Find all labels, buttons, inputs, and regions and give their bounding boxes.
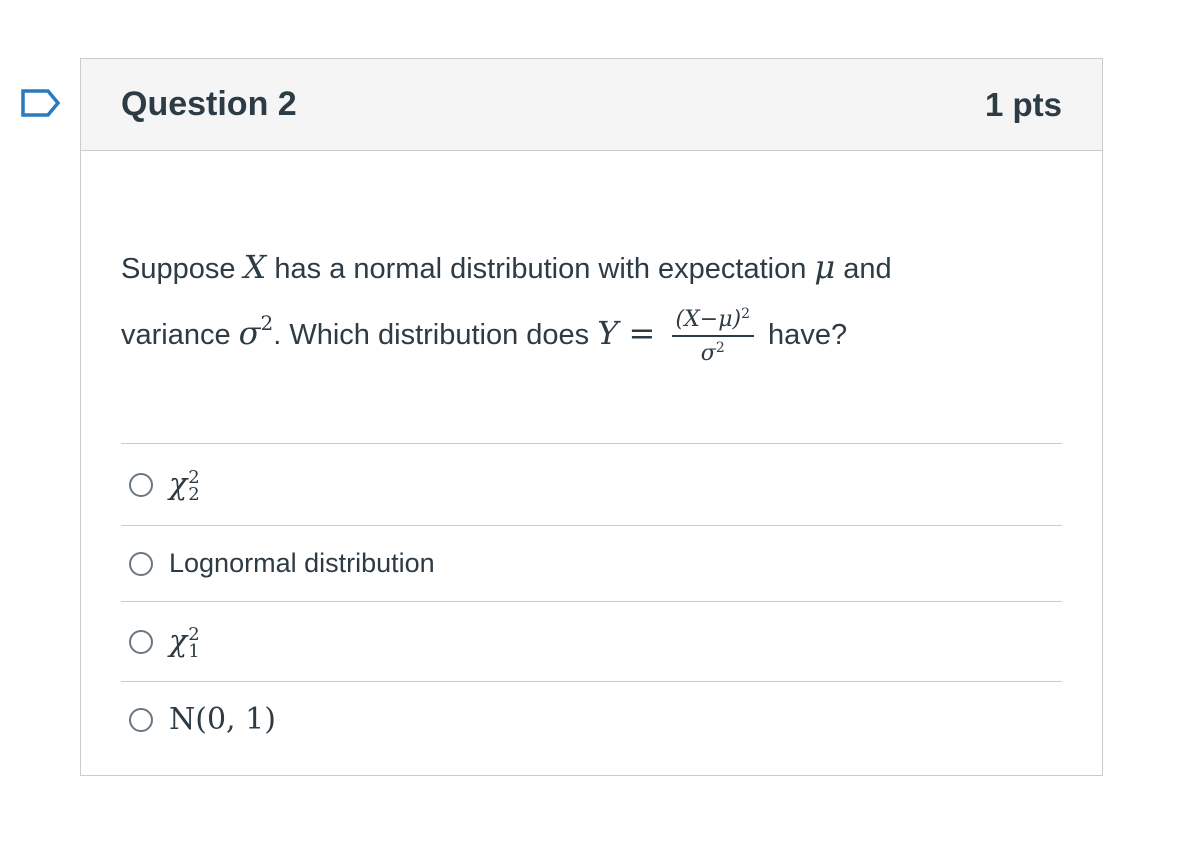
question-text-segment: . Which distribution does	[273, 319, 598, 351]
question-header: Question 2 1 pts	[81, 59, 1102, 151]
superscript: 2	[188, 466, 200, 488]
sub-sup: 22	[188, 466, 200, 505]
fraction-numerator: (X−μ)2	[671, 306, 754, 338]
answer-option-2[interactable]: Lognormal distribution	[121, 525, 1062, 601]
radio-unchecked-icon[interactable]	[129, 551, 153, 576]
sub-sup: 21	[188, 623, 200, 662]
answer-option-4[interactable]: N(0, 1)	[121, 681, 1062, 757]
answer-math: χ22	[169, 466, 200, 505]
answer-option-3[interactable]: χ21	[121, 601, 1062, 681]
radio-unchecked-icon[interactable]	[129, 707, 153, 732]
math-variable-sigma: σ	[238, 314, 261, 352]
answer-option-1[interactable]: χ22	[121, 443, 1062, 525]
question-text-segment: have?	[760, 319, 848, 351]
math-exponent: 2	[260, 311, 274, 335]
bookmark-flag-icon[interactable]	[20, 88, 62, 118]
question-text-segment: and	[835, 253, 892, 285]
question-text-segment: has a normal distribution with expectati…	[266, 253, 815, 285]
subscript: 2	[188, 483, 200, 505]
math-variable-mu: μ	[814, 248, 836, 286]
subscript: 1	[188, 640, 200, 662]
answer-label: Lognormal distribution	[169, 548, 435, 578]
radio-unchecked-icon[interactable]	[129, 472, 153, 497]
numerator-exponent: 2	[741, 306, 750, 323]
denominator-expression: σ	[700, 341, 716, 367]
chi-symbol: χ	[169, 623, 188, 659]
chi-symbol: χ	[169, 466, 188, 502]
question-text: Suppose X has a normal distribution with…	[121, 235, 1062, 367]
question-text-segment: Suppose	[121, 253, 244, 285]
fraction-denominator: σ2	[672, 337, 754, 365]
radio-unchecked-icon[interactable]	[129, 629, 153, 654]
question-card: Question 2 1 pts Suppose X has a normal …	[80, 58, 1103, 776]
question-text-segment: variance	[121, 319, 239, 351]
math-variable-y: Y	[597, 314, 619, 352]
math-fraction: (X−μ)2 σ2	[671, 306, 754, 365]
answer-math: χ21	[169, 623, 200, 662]
math-equals: =	[618, 314, 666, 352]
math-variable-x: X	[243, 248, 267, 286]
normal-distribution-label: N(0, 1)	[169, 702, 276, 737]
question-title: Question 2	[121, 85, 297, 123]
superscript: 2	[188, 623, 200, 645]
denominator-exponent: 2	[715, 340, 725, 357]
question-points: 1 pts	[984, 85, 1062, 123]
answer-list: χ22 Lognormal distribution χ21 N(0, 1)	[121, 443, 1062, 757]
answer-math: N(0, 1)	[169, 702, 276, 737]
numerator-expression: (X−μ)	[675, 307, 742, 333]
question-body: Suppose X has a normal distribution with…	[81, 235, 1102, 757]
